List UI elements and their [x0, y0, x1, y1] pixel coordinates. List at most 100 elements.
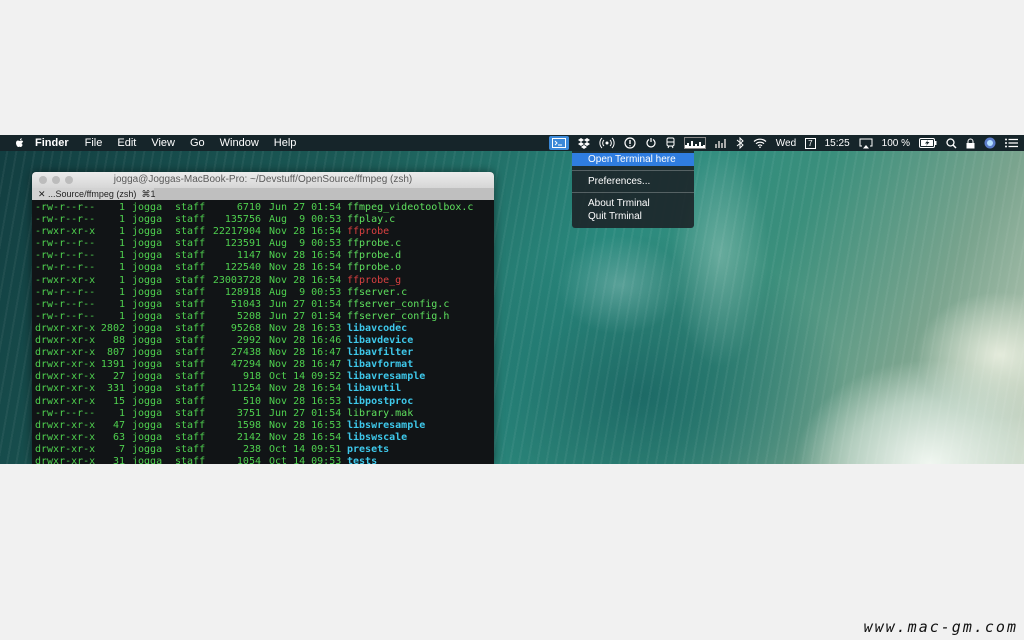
- window-title: jogga@Joggas-MacBook-Pro: ~/Devstuff/Ope…: [113, 174, 413, 185]
- file-name: libavutil: [347, 383, 402, 395]
- group: staff: [175, 347, 206, 359]
- modified-date: Jun 27 01:54: [269, 298, 342, 310]
- group: staff: [175, 322, 206, 334]
- terminal-line: drwxr-xr-x 15 jogga staff 510 Nov 28 16:53 lib…: [35, 396, 494, 408]
- zoom-button[interactable]: [65, 176, 73, 184]
- menu-about[interactable]: About Trminal: [572, 197, 694, 210]
- file-size: 128918: [224, 286, 261, 298]
- wifi-icon[interactable]: [753, 136, 767, 150]
- terminal-line: drwxr-xr-x 27 jogga staff 918 Oct 14 09:52 lib…: [35, 371, 494, 383]
- owner: jogga: [132, 226, 163, 238]
- power-icon[interactable]: [645, 136, 657, 150]
- modified-date: Nov 28 16:53: [269, 395, 342, 407]
- permissions: drwxr-xr-x: [35, 371, 96, 383]
- terminal-line: -rwxr-xr-x 1 jogga staff 22217904 Nov 28 16:5…: [35, 226, 494, 238]
- alert-icon[interactable]: [624, 136, 636, 150]
- file-name: presets: [347, 443, 390, 455]
- terminal-titlebar[interactable]: jogga@Joggas-MacBook-Pro: ~/Devstuff/Ope…: [32, 172, 494, 188]
- link-count: 1: [118, 262, 125, 274]
- permissions: drwxr-xr-x: [35, 335, 96, 347]
- lock-icon[interactable]: [966, 136, 975, 150]
- modified-date: Nov 28 16:54: [269, 274, 342, 286]
- permissions: drwxr-xr-x: [35, 322, 96, 334]
- link-count: 88: [112, 335, 125, 347]
- link-count: 63: [112, 431, 125, 443]
- file-name: ffprobe.c: [347, 238, 402, 250]
- permissions: -rwxr-xr-x: [35, 274, 96, 286]
- menu-edit[interactable]: Edit: [117, 137, 136, 149]
- file-size: 22217904: [212, 226, 261, 238]
- menu-go[interactable]: Go: [190, 137, 205, 149]
- tab-shortcut: ⌘1: [141, 189, 156, 199]
- file-size: 918: [242, 371, 261, 383]
- link-count: 15: [112, 395, 125, 407]
- menu-finder[interactable]: Finder: [35, 137, 69, 149]
- menu-file[interactable]: File: [85, 137, 103, 149]
- link-count: 1391: [100, 359, 125, 371]
- minimize-button[interactable]: [52, 176, 60, 184]
- terminal-line: -rw-r--r-- 1 jogga staff 1147 Nov 28 16:54 ffp…: [35, 250, 494, 262]
- airplay-broadcast-icon[interactable]: [599, 136, 615, 150]
- owner: jogga: [132, 407, 163, 419]
- menu-window[interactable]: Window: [220, 137, 259, 149]
- apple-logo-icon[interactable]: [14, 137, 26, 149]
- dropbox-icon[interactable]: [577, 136, 590, 150]
- owner: jogga: [132, 250, 163, 262]
- clock-time[interactable]: 15:25: [825, 138, 850, 149]
- date-badge[interactable]: 7: [805, 137, 816, 149]
- battery-percent[interactable]: 100 %: [882, 138, 910, 149]
- link-count: 27: [112, 371, 125, 383]
- file-size: 1054: [236, 455, 261, 464]
- file-name: library.mak: [347, 407, 414, 419]
- airplay-icon[interactable]: [859, 136, 873, 150]
- file-name: libavcodec: [347, 322, 408, 334]
- close-button[interactable]: [39, 176, 47, 184]
- group: staff: [175, 335, 206, 347]
- notification-center-icon[interactable]: [1005, 136, 1018, 150]
- menu-open-terminal-here[interactable]: Open Terminal here: [572, 153, 694, 166]
- terminal-line: -rw-r--r-- 1 jogga staff 51043 Jun 27 01:54 ff…: [35, 299, 494, 311]
- group: staff: [175, 371, 206, 383]
- train-icon[interactable]: [666, 136, 675, 150]
- clock-day[interactable]: Wed: [776, 138, 796, 149]
- link-count: 1: [118, 238, 125, 250]
- terminal-menu-icon[interactable]: [548, 136, 569, 150]
- file-name: ffserver.c: [347, 286, 408, 298]
- tab-zsh[interactable]: ✕ ...Source/ffmpeg (zsh) ⌘1: [32, 188, 156, 200]
- file-size: 238: [242, 443, 261, 455]
- modified-date: Nov 28 16:46: [269, 335, 342, 347]
- owner: jogga: [132, 298, 163, 310]
- terminal-line: drwxr-xr-x 47 jogga staff 1598 Nov 28 16:53 li…: [35, 420, 494, 432]
- group: staff: [175, 262, 206, 274]
- menu-view[interactable]: View: [151, 137, 175, 149]
- terminal-output[interactable]: -rw-r--r-- 1 jogga staff 6710 Jun 27 01:54 ffm…: [32, 200, 494, 464]
- tab-close-icon[interactable]: ✕: [38, 189, 48, 199]
- file-name: libavdevice: [347, 335, 414, 347]
- terminal-line: -rw-r--r-- 1 jogga staff 122540 Nov 28 16:54 f…: [35, 262, 494, 274]
- menu-help[interactable]: Help: [274, 137, 297, 149]
- file-size: 1147: [236, 250, 261, 262]
- owner: jogga: [132, 286, 163, 298]
- battery-charging-icon[interactable]: [919, 136, 937, 150]
- permissions: -rw-r--r--: [35, 262, 96, 274]
- owner: jogga: [132, 395, 163, 407]
- permissions: -rw-r--r--: [35, 202, 96, 213]
- link-count: 1: [118, 214, 125, 226]
- owner: jogga: [132, 202, 163, 213]
- search-icon[interactable]: [946, 136, 957, 150]
- siri-icon[interactable]: [984, 136, 996, 150]
- terminal-line: -rw-r--r-- 1 jogga staff 3751 Jun 27 01:54 lib…: [35, 408, 494, 420]
- file-name: libswscale: [347, 431, 408, 443]
- terminal-line: -rw-r--r-- 1 jogga staff 135756 Aug 9 00:53 ff…: [35, 214, 494, 226]
- terminal-line: -rwxr-xr-x 1 jogga staff 23003728 Nov 28 16:5…: [35, 275, 494, 287]
- link-count: 331: [106, 383, 125, 395]
- file-name: ffprobe: [347, 226, 390, 238]
- bluetooth-icon[interactable]: [736, 136, 744, 150]
- menu-quit[interactable]: Quit Trminal: [572, 210, 694, 223]
- terminal-line: drwxr-xr-x 31 jogga staff 1054 Oct 14 09:53 te…: [35, 456, 494, 464]
- terminal-window[interactable]: jogga@Joggas-MacBook-Pro: ~/Devstuff/Ope…: [32, 172, 494, 464]
- permissions: -rw-r--r--: [35, 298, 96, 310]
- file-size: 2142: [236, 431, 261, 443]
- menu-preferences[interactable]: Preferences...: [572, 175, 694, 188]
- permissions: drwxr-xr-x: [35, 383, 96, 395]
